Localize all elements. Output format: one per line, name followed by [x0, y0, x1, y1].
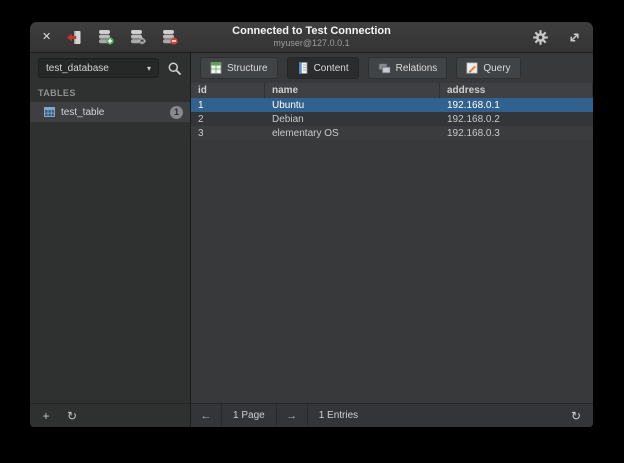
tab-label: Relations — [396, 63, 438, 74]
relations-windows-icon — [378, 63, 391, 74]
database-selector[interactable]: test_database ▾ — [38, 58, 159, 78]
close-button[interactable]: ✕ — [42, 32, 51, 43]
database-add-icon — [97, 29, 114, 45]
table-row[interactable]: 2 Debian 192.168.0.2 — [191, 112, 593, 126]
sidebar-refresh-button[interactable]: ↻ — [62, 407, 82, 425]
cell-name: elementary OS — [265, 128, 440, 139]
window-title-block: Connected to Test Connection myuser@127.… — [232, 25, 391, 48]
remove-connection-button[interactable] — [161, 29, 178, 45]
sidebar: test_database ▾ TABLES — [30, 53, 191, 427]
cell-address: 192.168.0.3 — [440, 128, 593, 139]
content-document-icon — [297, 62, 309, 74]
tab-content[interactable]: Content — [287, 57, 359, 79]
column-header-id[interactable]: id — [191, 83, 265, 98]
tab-relations[interactable]: Relations — [368, 57, 448, 79]
edit-connection-button[interactable] — [129, 29, 146, 45]
sidebar-footer: + ↻ — [30, 403, 190, 427]
logout-door-icon — [66, 30, 82, 45]
tab-label: Content — [314, 63, 349, 74]
tables-section-header: TABLES — [30, 82, 190, 102]
window-title: Connected to Test Connection — [232, 25, 391, 38]
view-tabs: Structure Content — [191, 53, 593, 83]
main-panel: Structure Content — [191, 53, 593, 427]
pagination-bar: ← 1 Page → 1 Entries ↻ — [191, 403, 593, 427]
content-refresh-button[interactable]: ↻ — [559, 404, 593, 427]
add-item-button[interactable]: + — [36, 407, 56, 425]
entries-count: 1 Entries — [308, 410, 369, 421]
table-row[interactable]: 3 elementary OS 192.168.0.3 — [191, 126, 593, 140]
sidebar-empty-space — [30, 122, 190, 403]
database-selector-value: test_database — [46, 63, 109, 74]
search-button[interactable] — [164, 58, 184, 78]
cell-address: 192.168.0.1 — [440, 100, 593, 111]
sidebar-toolbar: test_database ▾ — [30, 53, 190, 82]
results-empty-area — [191, 140, 593, 403]
column-header-name[interactable]: name — [265, 83, 440, 98]
cell-name: Ubuntu — [265, 100, 440, 111]
next-page-button[interactable]: → — [277, 404, 307, 427]
sidebar-item-test-table[interactable]: test_table 1 — [30, 102, 190, 122]
titlebar-left-controls: ✕ — [42, 29, 178, 45]
titlebar: ✕ — [30, 22, 593, 53]
tab-structure[interactable]: Structure — [200, 57, 278, 79]
results-table-header: id name address — [191, 83, 593, 98]
cell-id: 3 — [191, 128, 265, 139]
expand-diagonal-icon — [568, 31, 581, 44]
chevron-down-icon: ▾ — [147, 64, 151, 73]
window-subtitle: myuser@127.0.0.1 — [232, 38, 391, 48]
tab-label: Structure — [227, 63, 268, 74]
window-content: test_database ▾ TABLES — [30, 53, 593, 427]
cell-address: 192.168.0.2 — [440, 114, 593, 125]
database-remove-icon — [161, 29, 178, 45]
gear-icon — [533, 30, 548, 45]
database-settings-icon — [129, 29, 146, 45]
cell-id: 2 — [191, 114, 265, 125]
app-window: ✕ — [30, 22, 593, 427]
tab-query[interactable]: Query — [456, 57, 520, 79]
cell-id: 1 — [191, 100, 265, 111]
settings-button[interactable] — [533, 30, 548, 45]
search-icon — [167, 61, 182, 76]
query-edit-icon — [466, 62, 478, 74]
structure-grid-icon — [210, 62, 222, 74]
table-grid-icon — [44, 107, 55, 117]
prev-page-button[interactable]: ← — [191, 404, 221, 427]
titlebar-right-controls — [533, 30, 581, 45]
disconnect-button[interactable] — [66, 30, 82, 45]
column-header-address[interactable]: address — [440, 83, 593, 98]
cell-name: Debian — [265, 114, 440, 125]
page-indicator: 1 Page — [222, 410, 276, 421]
table-count-badge: 1 — [170, 106, 183, 119]
tab-label: Query — [483, 63, 510, 74]
table-row[interactable]: 1 Ubuntu 192.168.0.1 — [191, 98, 593, 112]
fullscreen-button[interactable] — [568, 31, 581, 44]
sidebar-item-label: test_table — [61, 107, 104, 118]
add-connection-button[interactable] — [97, 29, 114, 45]
